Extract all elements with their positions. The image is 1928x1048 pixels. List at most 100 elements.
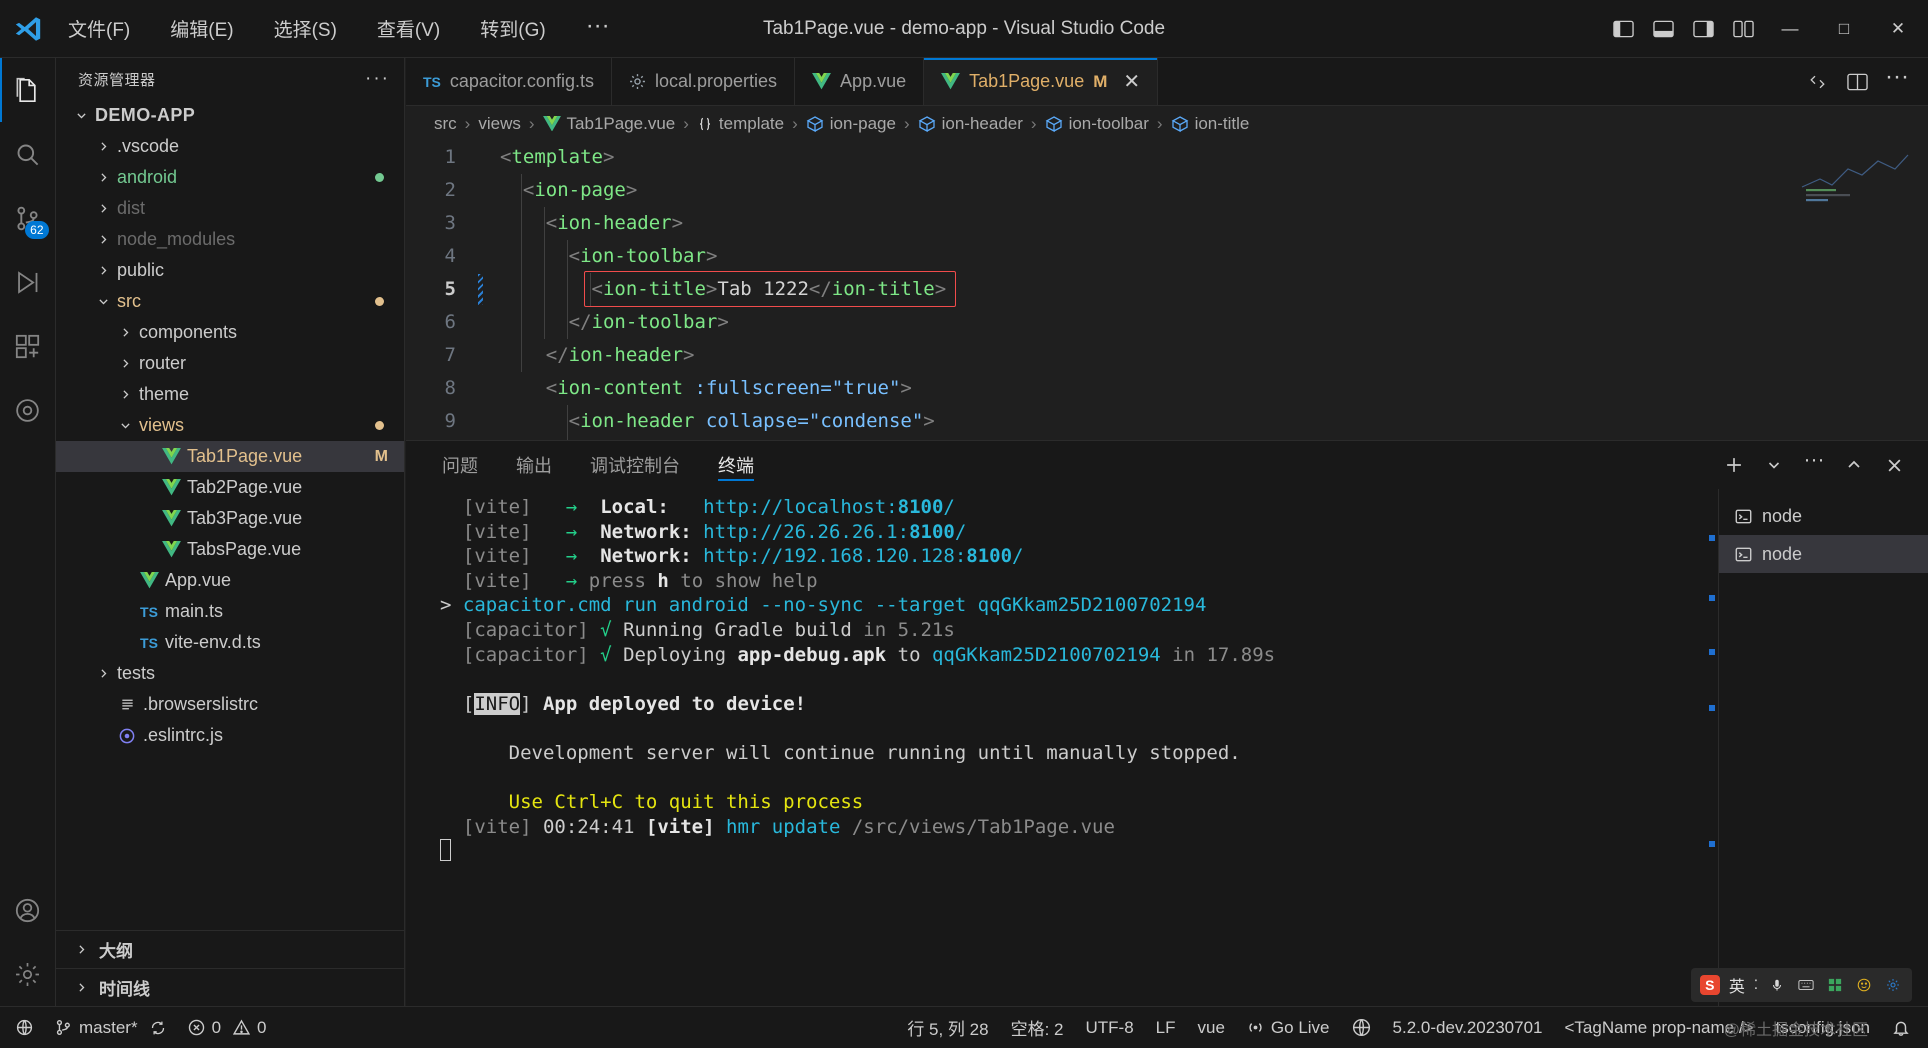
activity-accounts[interactable] bbox=[0, 878, 56, 942]
code-line[interactable]: 5 <ion-title>Tab 1222</ion-title> bbox=[406, 273, 1928, 306]
panel-more-actions-icon[interactable]: ··· bbox=[1796, 447, 1832, 483]
tree-item-tabspage-vue[interactable]: TabsPage.vue bbox=[56, 534, 404, 565]
status-remote-indicator[interactable] bbox=[0, 1007, 44, 1048]
tree-item-android[interactable]: android bbox=[56, 162, 404, 193]
status-branch[interactable]: master* bbox=[44, 1007, 177, 1048]
terminal-list-item[interactable]: node bbox=[1719, 535, 1928, 573]
customize-layout-icon[interactable] bbox=[1724, 10, 1762, 48]
sidebar-section-outline[interactable]: 大纲 bbox=[56, 930, 404, 968]
ime-mic-icon[interactable] bbox=[1767, 975, 1787, 995]
editor-tab-app-vue[interactable]: App.vue bbox=[795, 58, 925, 105]
maximize-panel-icon[interactable] bbox=[1836, 447, 1872, 483]
menu-item-file[interactable]: 文件(F) bbox=[60, 11, 138, 46]
tree-item--eslintrc-js[interactable]: .eslintrc.js bbox=[56, 720, 404, 751]
file-tree[interactable]: DEMO-APP .vscode android dist node_modules p… bbox=[56, 100, 404, 930]
breadcrumb-item-template[interactable]: template bbox=[697, 114, 784, 134]
breadcrumb-item-ion-page[interactable]: ion-page bbox=[806, 114, 896, 134]
tree-item-views[interactable]: views bbox=[56, 410, 404, 441]
split-editor-icon[interactable] bbox=[1800, 65, 1834, 99]
editor-tab-local-properties[interactable]: local.properties bbox=[611, 58, 796, 105]
code-line[interactable]: 4 <ion-toolbar> bbox=[406, 240, 1928, 273]
menu-item-go[interactable]: 转到(G) bbox=[472, 11, 553, 46]
tree-item-tab2page-vue[interactable]: Tab2Page.vue bbox=[56, 472, 404, 503]
status-language-mode[interactable]: vue bbox=[1187, 1007, 1236, 1048]
code-line[interactable]: 7 </ion-header> bbox=[406, 339, 1928, 372]
close-icon[interactable]: ✕ bbox=[1123, 69, 1140, 94]
status-eol[interactable]: LF bbox=[1145, 1007, 1187, 1048]
tree-item--browserslistrc[interactable]: .browserslistrc bbox=[56, 689, 404, 720]
terminal-dropdown-icon[interactable] bbox=[1756, 447, 1792, 483]
activity-testing[interactable] bbox=[0, 378, 56, 442]
editor-tab-tab1page-vue[interactable]: Tab1Page.vue M ✕ bbox=[924, 58, 1159, 105]
menu-item-more[interactable]: ··· bbox=[578, 13, 618, 37]
activity-extensions[interactable] bbox=[0, 314, 56, 378]
status-go-live[interactable]: Go Live bbox=[1236, 1007, 1341, 1048]
terminal-output[interactable]: [vite] → Local: http://localhost:8100/ [… bbox=[406, 489, 1704, 1006]
tree-item-theme[interactable]: theme bbox=[56, 379, 404, 410]
tree-item-tests[interactable]: tests bbox=[56, 658, 404, 689]
terminal-list-item[interactable]: node bbox=[1719, 497, 1928, 535]
tree-item-node-modules[interactable]: node_modules bbox=[56, 224, 404, 255]
toggle-panel-icon[interactable] bbox=[1644, 10, 1682, 48]
window-close-button[interactable]: ✕ bbox=[1872, 0, 1924, 58]
activity-search[interactable] bbox=[0, 122, 56, 186]
status-tagname-prop[interactable]: <TagName prop-name /> bbox=[1554, 1007, 1765, 1048]
breadcrumb-item-ion-header[interactable]: ion-header bbox=[918, 114, 1023, 134]
code-line[interactable]: 6 </ion-toolbar> bbox=[406, 306, 1928, 339]
code-line[interactable]: 2 <ion-page> bbox=[406, 174, 1928, 207]
ime-keyboard-icon[interactable] bbox=[1796, 975, 1816, 995]
code-lines[interactable]: 1 <template> 2 <ion-page> 3 <ion-header> 4 <… bbox=[406, 141, 1928, 471]
status-encoding[interactable]: UTF-8 bbox=[1074, 1007, 1144, 1048]
code-line[interactable]: 3 <ion-header> bbox=[406, 207, 1928, 240]
tree-item--vscode[interactable]: .vscode bbox=[56, 131, 404, 162]
code-line[interactable]: 9 <ion-header collapse="condense"> bbox=[406, 405, 1928, 438]
sidebar-section-timeline[interactable]: 时间线 bbox=[56, 968, 404, 1006]
tree-item-main-ts[interactable]: TS main.ts bbox=[56, 596, 404, 627]
code-line[interactable]: 8 <ion-content :fullscreen="true"> bbox=[406, 372, 1928, 405]
ime-logo-icon[interactable]: S bbox=[1699, 975, 1720, 995]
tree-item-dist[interactable]: dist bbox=[56, 193, 404, 224]
breadcrumb-item-views[interactable]: views bbox=[478, 114, 521, 134]
new-terminal-icon[interactable] bbox=[1716, 447, 1752, 483]
activity-manage-settings[interactable] bbox=[0, 942, 56, 1006]
tree-item-tab1page-vue[interactable]: Tab1Page.vue M bbox=[56, 441, 404, 472]
status-cursor-position[interactable]: 行 5, 列 28 bbox=[896, 1007, 999, 1048]
panel-tab-调试控制台[interactable]: 调试控制台 bbox=[576, 441, 694, 489]
activity-explorer[interactable] bbox=[0, 58, 56, 122]
split-editor-right-icon[interactable] bbox=[1840, 65, 1874, 99]
window-minimize-button[interactable]: — bbox=[1764, 0, 1816, 58]
breadcrumb-item-src[interactable]: src bbox=[434, 114, 457, 134]
activity-run-debug[interactable] bbox=[0, 250, 56, 314]
tree-root-demo-app[interactable]: DEMO-APP bbox=[56, 100, 404, 131]
status-indentation[interactable]: 空格: 2 bbox=[1000, 1007, 1075, 1048]
breadcrumb-item-ion-title[interactable]: ion-title bbox=[1171, 114, 1249, 134]
terminal-scrollbar[interactable] bbox=[1704, 489, 1718, 1006]
tree-item-public[interactable]: public bbox=[56, 255, 404, 286]
menu-item-view[interactable]: 查看(V) bbox=[369, 11, 448, 46]
minimap[interactable] bbox=[1800, 149, 1910, 209]
activity-source-control[interactable]: 62 bbox=[0, 186, 56, 250]
code-line[interactable]: 1 <template> bbox=[406, 141, 1928, 174]
close-panel-icon[interactable] bbox=[1876, 447, 1912, 483]
panel-tab-输出[interactable]: 输出 bbox=[502, 441, 566, 489]
sidebar-more-actions-icon[interactable]: ··· bbox=[365, 68, 390, 90]
menu-item-edit[interactable]: 编辑(E) bbox=[162, 11, 241, 46]
editor-more-actions-icon[interactable]: ··· bbox=[1880, 65, 1914, 99]
breadcrumb-item-tab1page-vue[interactable]: Tab1Page.vue bbox=[542, 114, 675, 134]
status-tsconfig[interactable]: tsconfig.json bbox=[1765, 1007, 1882, 1048]
status-problems[interactable]: 0 0 bbox=[177, 1007, 278, 1048]
tree-item-router[interactable]: router bbox=[56, 348, 404, 379]
tree-item-tab3page-vue[interactable]: Tab3Page.vue bbox=[56, 503, 404, 534]
panel-tab-问题[interactable]: 问题 bbox=[428, 441, 492, 489]
editor-tab-capacitor-config-ts[interactable]: TS capacitor.config.ts bbox=[406, 58, 612, 105]
ime-lang-label[interactable]: 英 bbox=[1729, 973, 1745, 997]
status-browser-preview-icon[interactable] bbox=[1341, 1007, 1382, 1048]
menu-item-selection[interactable]: 选择(S) bbox=[266, 11, 345, 46]
ime-gear-icon[interactable] bbox=[1883, 975, 1903, 995]
ime-tray[interactable]: S 英 ⁚ bbox=[1690, 968, 1912, 1002]
breadcrumb-item-ion-toolbar[interactable]: ion-toolbar bbox=[1045, 114, 1149, 134]
panel-tab-终端[interactable]: 终端 bbox=[704, 441, 768, 489]
ime-dots-icon[interactable]: ⁚ bbox=[1754, 977, 1758, 993]
ime-grid-icon[interactable] bbox=[1825, 975, 1845, 995]
tree-item-vite-env-d-ts[interactable]: TS vite-env.d.ts bbox=[56, 627, 404, 658]
